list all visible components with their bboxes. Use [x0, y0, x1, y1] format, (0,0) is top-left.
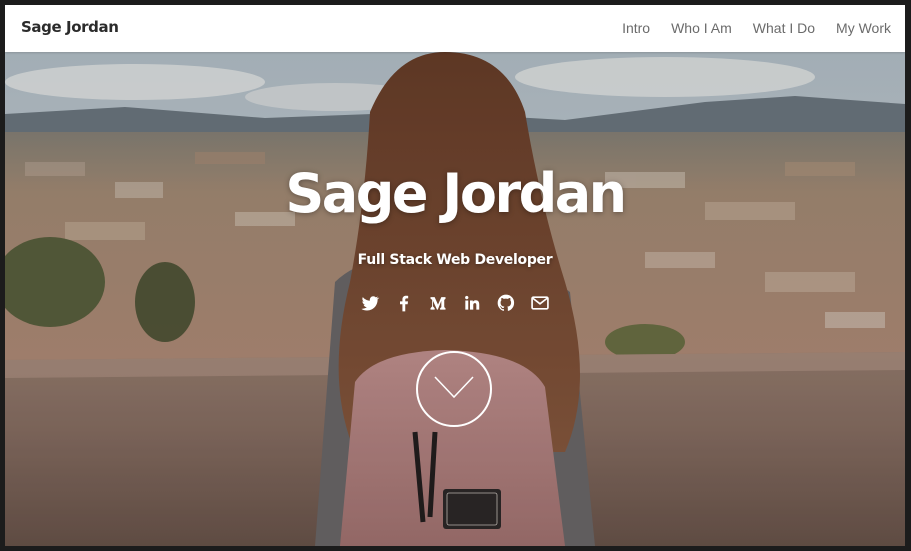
- nav-link-intro[interactable]: Intro: [622, 20, 650, 36]
- nav-link-my-work[interactable]: My Work: [836, 20, 891, 36]
- chevron-down-icon: [434, 376, 474, 399]
- nav-link-who-i-am[interactable]: Who I Am: [671, 20, 732, 36]
- hero-section: Sage Jordan Full Stack Web Developer: [5, 52, 905, 546]
- page-frame: Sage Jordan Intro Who I Am What I Do My …: [5, 5, 905, 546]
- facebook-icon[interactable]: [394, 293, 414, 313]
- social-links: [5, 293, 905, 313]
- brand-logo[interactable]: Sage Jordan: [21, 18, 119, 36]
- navbar: Sage Jordan Intro Who I Am What I Do My …: [5, 5, 905, 52]
- hero-title: Sage Jordan: [285, 162, 627, 225]
- twitter-icon[interactable]: [360, 293, 380, 313]
- medium-icon[interactable]: [428, 293, 448, 313]
- linkedin-icon[interactable]: [462, 293, 482, 313]
- nav-link-what-i-do[interactable]: What I Do: [753, 20, 815, 36]
- hero-subtitle: Full Stack Web Developer: [357, 252, 553, 268]
- email-icon[interactable]: [530, 293, 550, 313]
- nav-links: Intro Who I Am What I Do My Work: [601, 20, 891, 36]
- github-icon[interactable]: [496, 293, 516, 313]
- scroll-down-button[interactable]: [416, 351, 492, 427]
